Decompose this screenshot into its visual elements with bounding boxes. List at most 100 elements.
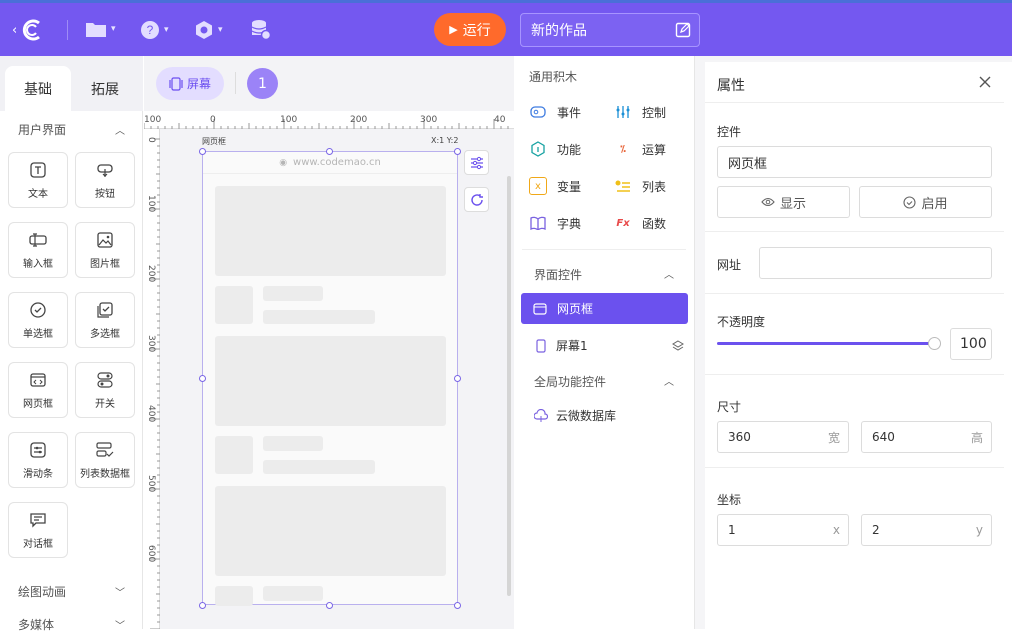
check-circle-icon: [903, 195, 917, 209]
url-text: www.codemao.cn: [293, 157, 381, 168]
widget-checkbox[interactable]: 多选框: [75, 292, 135, 348]
skeleton-line: [263, 286, 323, 301]
control-label: 控件: [717, 125, 742, 139]
resize-handle[interactable]: [454, 375, 461, 382]
edit-icon[interactable]: [675, 22, 691, 38]
widget-text[interactable]: 文本: [8, 152, 68, 208]
opacity-input[interactable]: 100: [950, 328, 992, 360]
section-draw-animation[interactable]: 绘图动画 ﹀: [0, 579, 143, 603]
properties-title: 属性: [717, 78, 745, 94]
refresh-button[interactable]: [464, 187, 489, 212]
widget-switch[interactable]: 开关: [75, 362, 135, 418]
widget-input[interactable]: 输入框: [8, 222, 68, 278]
chevron-left-icon: ‹: [12, 22, 18, 38]
control-item-screen1[interactable]: 屏幕1: [534, 337, 684, 354]
adjust-button[interactable]: [464, 150, 489, 175]
help-icon: ?: [141, 21, 159, 39]
webview-widget-preview[interactable]: ◉ www.codemao.cn: [202, 151, 458, 606]
database-button[interactable]: [250, 19, 272, 41]
globe-icon: ◉: [279, 157, 288, 168]
resize-handle[interactable]: [199, 375, 206, 382]
widget-list-data[interactable]: 列表数据框: [75, 432, 135, 488]
resize-handle[interactable]: [454, 148, 461, 155]
widget-radio[interactable]: 单选框: [8, 292, 68, 348]
widget-slider[interactable]: 滑动条: [8, 432, 68, 488]
show-label: 显示: [779, 196, 806, 212]
help-menu[interactable]: ? ▾: [140, 20, 169, 40]
y-unit: y: [975, 523, 983, 537]
control-name-field[interactable]: 网页框: [717, 146, 992, 178]
opacity-slider-thumb[interactable]: [928, 337, 941, 350]
canvas-scrollbar[interactable]: [507, 176, 511, 596]
resize-handle[interactable]: [199, 602, 206, 609]
enable-button[interactable]: 启用: [859, 186, 992, 218]
cloud-database-icon: [534, 408, 548, 422]
screen-button[interactable]: 屏幕: [156, 67, 224, 100]
enable-label: 启用: [921, 196, 948, 212]
width-input[interactable]: 360 宽: [717, 421, 849, 453]
close-icon[interactable]: [979, 76, 991, 88]
global-item-label: 云微数据库: [556, 409, 617, 423]
x-input[interactable]: 1 x: [717, 514, 849, 546]
block-function[interactable]: 功能: [529, 140, 581, 158]
block-list[interactable]: 列表: [614, 177, 666, 195]
widget-label: 对话框: [23, 538, 53, 550]
folder-icon: [86, 23, 106, 37]
divider: [705, 102, 1004, 103]
block-function-fx[interactable]: Fx 函数: [614, 214, 666, 232]
y-input[interactable]: 2 y: [861, 514, 992, 546]
section-multimedia[interactable]: 多媒体 ﹀: [0, 612, 143, 636]
resize-handle[interactable]: [326, 148, 333, 155]
block-label: 变量: [557, 179, 582, 194]
global-item-cloud-db[interactable]: 云微数据库: [534, 407, 616, 424]
block-dictionary[interactable]: 字典: [529, 214, 581, 232]
size-label: 尺寸: [717, 400, 742, 414]
chevron-up-icon[interactable]: ︿: [664, 266, 674, 281]
control-item-webview[interactable]: 网页框: [521, 293, 688, 324]
opacity-slider-track[interactable]: [717, 342, 935, 345]
widget-button[interactable]: 按钮: [75, 152, 135, 208]
divider: [705, 467, 1004, 468]
ruler-label: 0: [210, 115, 216, 125]
divider: [705, 374, 1004, 375]
chevron-down-icon: ▾: [164, 25, 169, 35]
layers-icon[interactable]: [672, 339, 684, 352]
divider: [235, 72, 236, 94]
design-canvas: 屏幕 1 100 0 100 200 300 40 0 100 200 300 …: [144, 56, 514, 629]
skeleton-line: [263, 586, 323, 601]
project-title-field[interactable]: 新的作品: [520, 13, 700, 47]
block-variable[interactable]: x 变量: [529, 177, 581, 195]
run-button[interactable]: ▶ 运行: [434, 13, 506, 46]
x-unit: x: [832, 523, 840, 537]
settings-menu[interactable]: ▾: [194, 20, 223, 40]
back-logo-button[interactable]: ‹: [12, 17, 45, 43]
widget-image[interactable]: 图片框: [75, 222, 135, 278]
tab-extend[interactable]: 拓展: [72, 66, 138, 111]
chevron-up-icon[interactable]: ︿: [664, 373, 674, 388]
resize-handle[interactable]: [199, 148, 206, 155]
block-operator[interactable]: ⁒ 运算: [614, 140, 666, 158]
skeleton-block: [215, 486, 446, 576]
section-user-interface[interactable]: 用户界面 ︿: [0, 117, 143, 141]
resize-handle[interactable]: [326, 602, 333, 609]
file-menu[interactable]: ▾: [85, 20, 116, 38]
chevron-down-icon: ﹀: [115, 587, 125, 599]
chevron-down-icon: ▾: [111, 24, 116, 34]
block-control[interactable]: 控制: [614, 103, 666, 121]
resize-handle[interactable]: [454, 602, 461, 609]
slider-icon: [29, 441, 47, 459]
width-value: 360: [728, 430, 751, 444]
block-event[interactable]: 事件: [529, 103, 581, 121]
url-input[interactable]: [759, 247, 992, 279]
webview-icon: [533, 302, 547, 315]
height-input[interactable]: 640 高: [861, 421, 992, 453]
screen-number-badge[interactable]: 1: [247, 68, 278, 99]
widget-webview[interactable]: 网页框: [8, 362, 68, 418]
skeleton-thumb: [215, 586, 253, 606]
vertical-ruler: 0 100 200 300 400 500 600: [144, 129, 160, 629]
show-button[interactable]: 显示: [717, 186, 850, 218]
widget-dialog[interactable]: 对话框: [8, 502, 68, 558]
widget-label: 多选框: [90, 328, 120, 340]
tab-basic[interactable]: 基础: [5, 66, 71, 111]
book-icon: [529, 214, 547, 232]
